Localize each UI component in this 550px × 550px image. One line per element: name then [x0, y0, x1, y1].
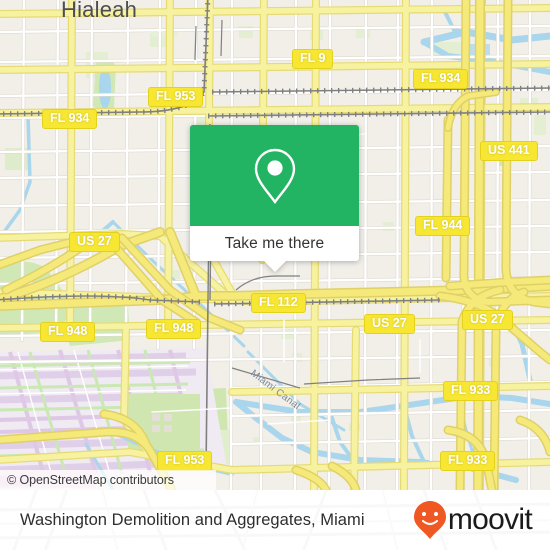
poi-title: Washington Demolition and Aggregates, Mi…	[20, 510, 365, 529]
road-shield: FL 934	[42, 109, 98, 129]
road-shield: FL 944	[415, 216, 471, 236]
road-shield: FL 948	[40, 322, 96, 342]
map-pin-icon	[254, 148, 295, 204]
page-footer: Washington Demolition and Aggregates, Mi…	[0, 490, 550, 550]
place-label-hialeah: Hialeah	[61, 0, 138, 22]
road-shield: FL 112	[251, 293, 306, 313]
map-canvas[interactable]: .rd { stroke:#f7f2a0; fill:none; stroke-…	[0, 0, 550, 490]
road-shield: US 27	[69, 232, 120, 252]
road-shield: FL 934	[413, 69, 469, 89]
road-shield: FL 933	[440, 451, 496, 471]
road-shield: FL 948	[146, 319, 202, 339]
road-shield: FL 953	[157, 451, 213, 471]
road-shield: US 441	[480, 141, 538, 161]
road-shield: US 27	[462, 310, 513, 330]
road-shield: FL 9	[292, 49, 334, 69]
popup-cta-bar[interactable]: Take me there	[190, 226, 359, 272]
osm-attribution[interactable]: © OpenStreetMap contributors	[0, 470, 216, 490]
road-shield: FL 933	[443, 381, 499, 401]
moovit-smiley-pin-icon	[413, 501, 446, 539]
moovit-wordmark: moovit	[447, 503, 533, 536]
road-shield: US 27	[364, 314, 415, 334]
popup-cta-label: Take me there	[224, 234, 325, 252]
road-shield: FL 953	[148, 87, 204, 107]
moovit-brand-logo[interactable]: moovit	[413, 500, 533, 540]
popup-tail-pointer	[263, 261, 286, 272]
osm-attribution-text: © OpenStreetMap contributors	[7, 473, 174, 487]
moovit-map-page: .rd { stroke:#f7f2a0; fill:none; stroke-…	[0, 0, 550, 550]
map-popup-callout[interactable]: Take me there	[190, 125, 359, 272]
popup-icon-area	[190, 125, 359, 226]
